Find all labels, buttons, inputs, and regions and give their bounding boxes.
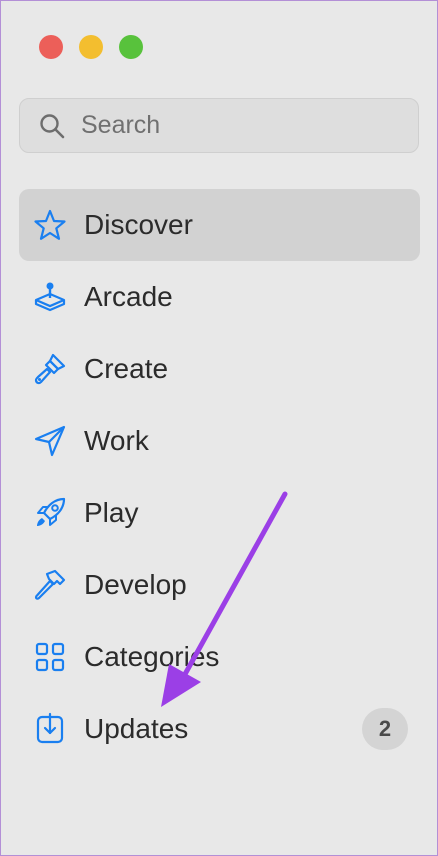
sidebar-item-create[interactable]: Create: [19, 333, 420, 405]
sidebar-nav: Discover Arcade Create Work Play Develop…: [19, 189, 420, 765]
search-field[interactable]: Search: [19, 98, 419, 153]
sidebar-item-work[interactable]: Work: [19, 405, 420, 477]
sidebar-item-label: Develop: [84, 569, 187, 600]
sidebar-item-updates[interactable]: Updates 2: [19, 693, 420, 765]
window-controls: [39, 35, 143, 59]
sidebar-item-label: Categories: [84, 641, 220, 672]
sidebar-item-label: Work: [84, 425, 149, 456]
sidebar-item-label: Play: [84, 497, 139, 528]
close-window-button[interactable]: [39, 35, 63, 59]
sidebar-item-develop[interactable]: Develop: [19, 549, 420, 621]
sidebar-item-categories[interactable]: Categories: [19, 621, 420, 693]
grid-icon: [33, 640, 67, 674]
rocket-icon: [33, 496, 67, 530]
sidebar-item-play[interactable]: Play: [19, 477, 420, 549]
updates-count-badge: 2: [362, 708, 408, 750]
sidebar-item-label: Discover: [84, 209, 193, 240]
search-placeholder: Search: [81, 111, 161, 139]
maximize-window-button[interactable]: [119, 35, 143, 59]
star-icon: [33, 208, 67, 242]
sidebar-item-label: Arcade: [84, 281, 173, 312]
sidebar-item-label: Updates: [84, 713, 189, 744]
paperplane-icon: [33, 424, 67, 458]
download-icon: [33, 712, 67, 746]
paintbrush-icon: [33, 352, 67, 386]
sidebar-item-label: Create: [84, 353, 169, 384]
app-window: Search Discover Arcade Create Work Play …: [0, 0, 438, 856]
sidebar-item-arcade[interactable]: Arcade: [19, 261, 420, 333]
search-icon: [40, 113, 65, 138]
hammer-icon: [33, 568, 67, 602]
joystick-icon: [33, 280, 67, 314]
sidebar-item-discover[interactable]: Discover: [19, 189, 420, 261]
minimize-window-button[interactable]: [79, 35, 103, 59]
